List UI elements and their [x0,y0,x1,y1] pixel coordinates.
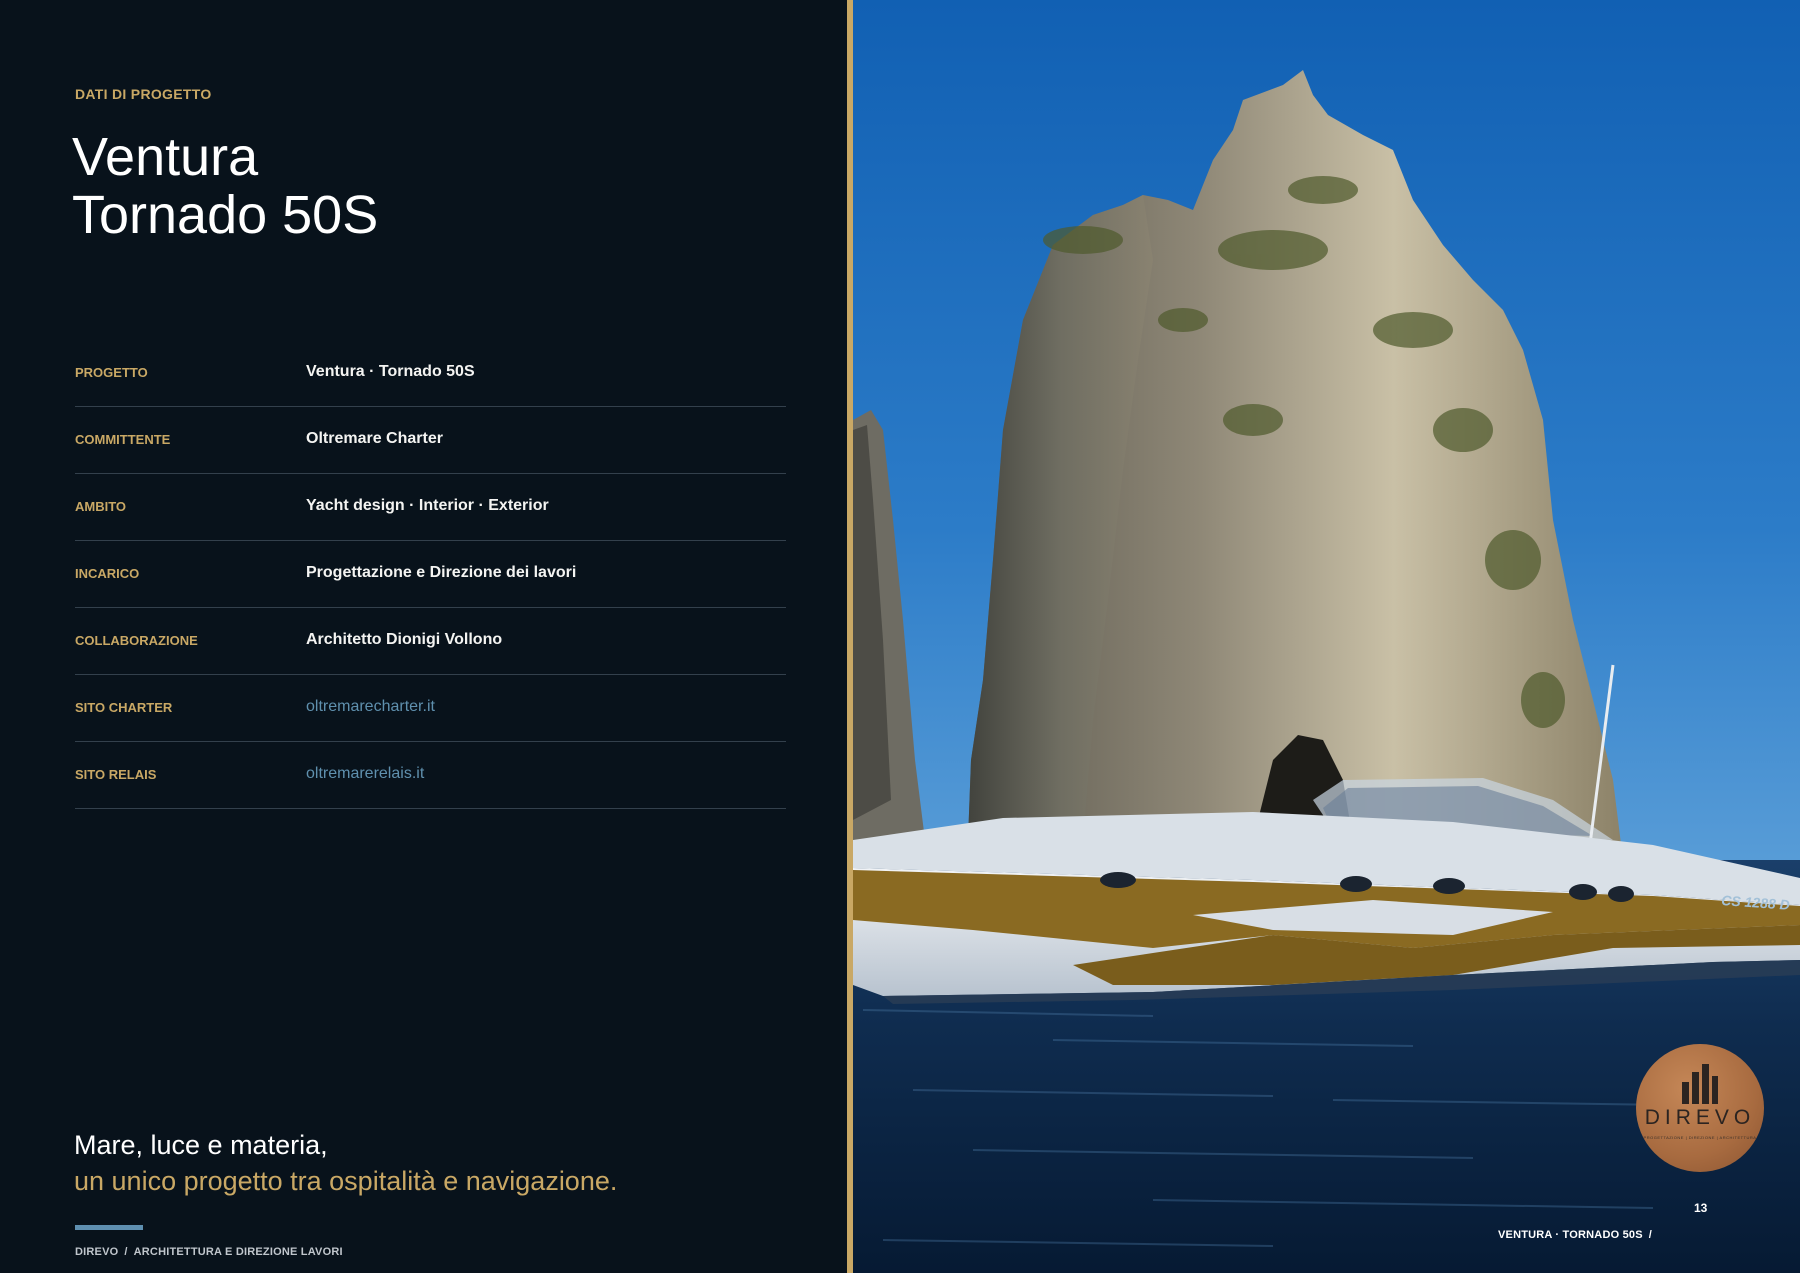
fact-label: INCARICO [75,566,140,581]
fact-label: SITO RELAIS [75,767,157,782]
fact-row-committente: COMMITTENTE Oltremare Charter [75,407,786,474]
direvo-logo-badge: DIREVO PROGETTAZIONE | DIREZIONE | ARCHI… [1636,1044,1764,1172]
fact-value: Oltremare Charter [306,430,443,447]
project-facts-table: PROGETTO Ventura · Tornado 50S COMMITTEN… [75,341,786,809]
building-icon [1682,1064,1718,1104]
footer-brand: DIREVO [75,1246,119,1258]
fact-row-sito-relais: SITO RELAIS oltremarerelais.it [75,742,786,809]
footer-right: VENTURA · TORNADO 50S / [1498,1229,1652,1241]
project-title-line1: Ventura [72,127,259,187]
footer-right-separator: / [1648,1229,1653,1241]
fact-value: Yacht design · Interior · Exterior [306,497,549,514]
project-title-line2: Tornado 50S [72,185,379,245]
fact-label: PROGETTO [75,365,148,380]
quote-line1: Mare, luce e materia, [74,1130,328,1160]
fact-row-incarico: INCARICO Progettazione e Direzione dei l… [75,541,786,608]
fact-value: Architetto Dionigi Vollono [306,631,503,648]
fact-row-ambito: AMBITO Yacht design · Interior · Exterio… [75,474,786,541]
brochure-spread: DATI DI PROGETTO Ventura Tornado 50S PRO… [0,0,1800,1273]
project-title: Ventura Tornado 50S [72,128,378,244]
footer-project-name: VENTURA · TORNADO 50S [1498,1229,1643,1241]
closing-quote: Mare, luce e materia, un unico progetto … [74,1127,617,1199]
section-eyebrow: DATI DI PROGETTO [75,86,212,102]
footer-separator: / [124,1246,128,1258]
page-number: 13 [1694,1201,1708,1215]
logo-tagline: PROGETTAZIONE | DIREZIONE | ARCHITETTURA [1643,1135,1757,1140]
relais-site-link[interactable]: oltremarerelais.it [306,765,424,783]
quote-line2: un unico progetto tra ospitalità e navig… [74,1166,618,1196]
fact-label: AMBITO [75,499,127,514]
fact-value: Progettazione e Direzione dei lavori [306,564,577,581]
fact-row-progetto: PROGETTO Ventura · Tornado 50S [75,341,786,407]
fact-label: COMMITTENTE [75,432,171,447]
charter-site-link[interactable]: oltremarecharter.it [306,698,435,716]
fact-row-collaborazione: COLLABORAZIONE Architetto Dionigi Vollon… [75,608,786,675]
logo-wordmark: DIREVO [1644,1106,1756,1129]
footer-section: ARCHITETTURA E DIREZIONE LAVORI [133,1246,343,1258]
fact-label: COLLABORAZIONE [75,633,198,648]
fact-label: SITO CHARTER [75,700,173,715]
fact-row-sito-charter: SITO CHARTER oltremarecharter.it [75,675,786,742]
fact-value: Ventura · Tornado 50S [306,363,475,380]
project-data-panel: DATI DI PROGETTO Ventura Tornado 50S PRO… [0,0,847,1273]
accent-rule [75,1225,143,1230]
footer-left: DIREVO / ARCHITETTURA E DIREZIONE LAVORI [75,1246,343,1258]
